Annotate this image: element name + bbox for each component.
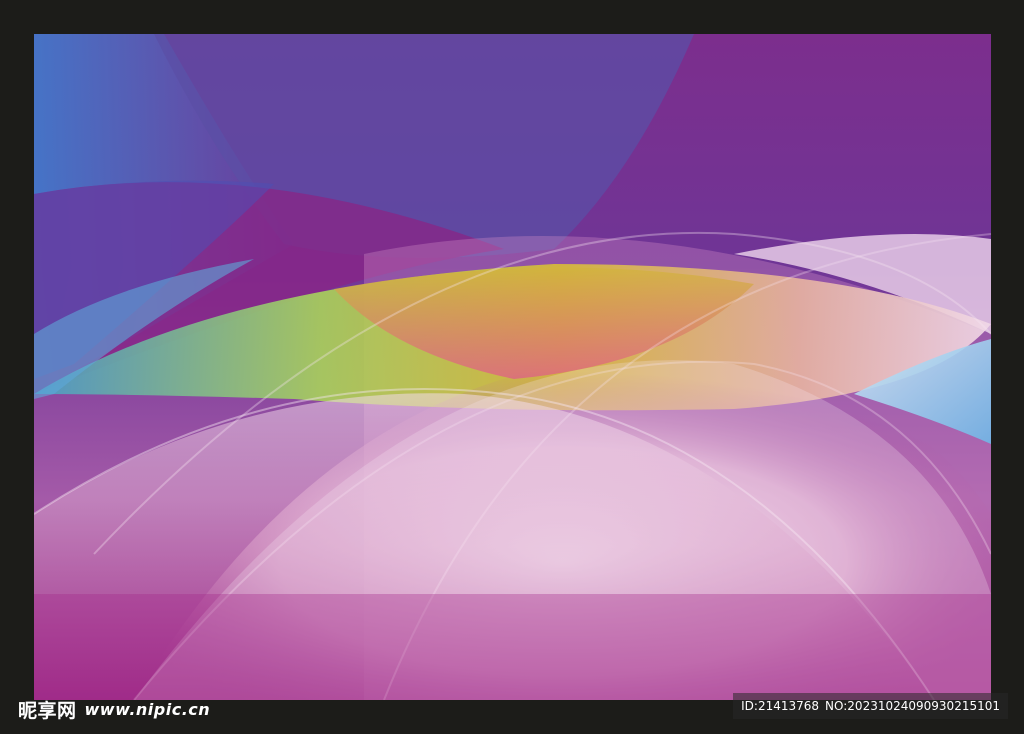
watermark-id: ID:21413768	[741, 699, 820, 713]
artwork-svg	[34, 34, 991, 700]
watermark-url: www.nipic.cn	[84, 699, 211, 719]
site-watermark: 昵享网 www.nipic.cn	[18, 696, 210, 722]
abstract-wave-artwork	[34, 34, 991, 700]
watermark-no: NO:20231024090930215101	[825, 699, 1000, 713]
image-id-watermark: ID:21413768 NO:20231024090930215101	[733, 693, 1008, 719]
watermark-brand: 昵享网	[18, 699, 77, 722]
image-canvas: 昵享网 www.nipic.cn ID:21413768 NO:20231024…	[0, 0, 1024, 734]
